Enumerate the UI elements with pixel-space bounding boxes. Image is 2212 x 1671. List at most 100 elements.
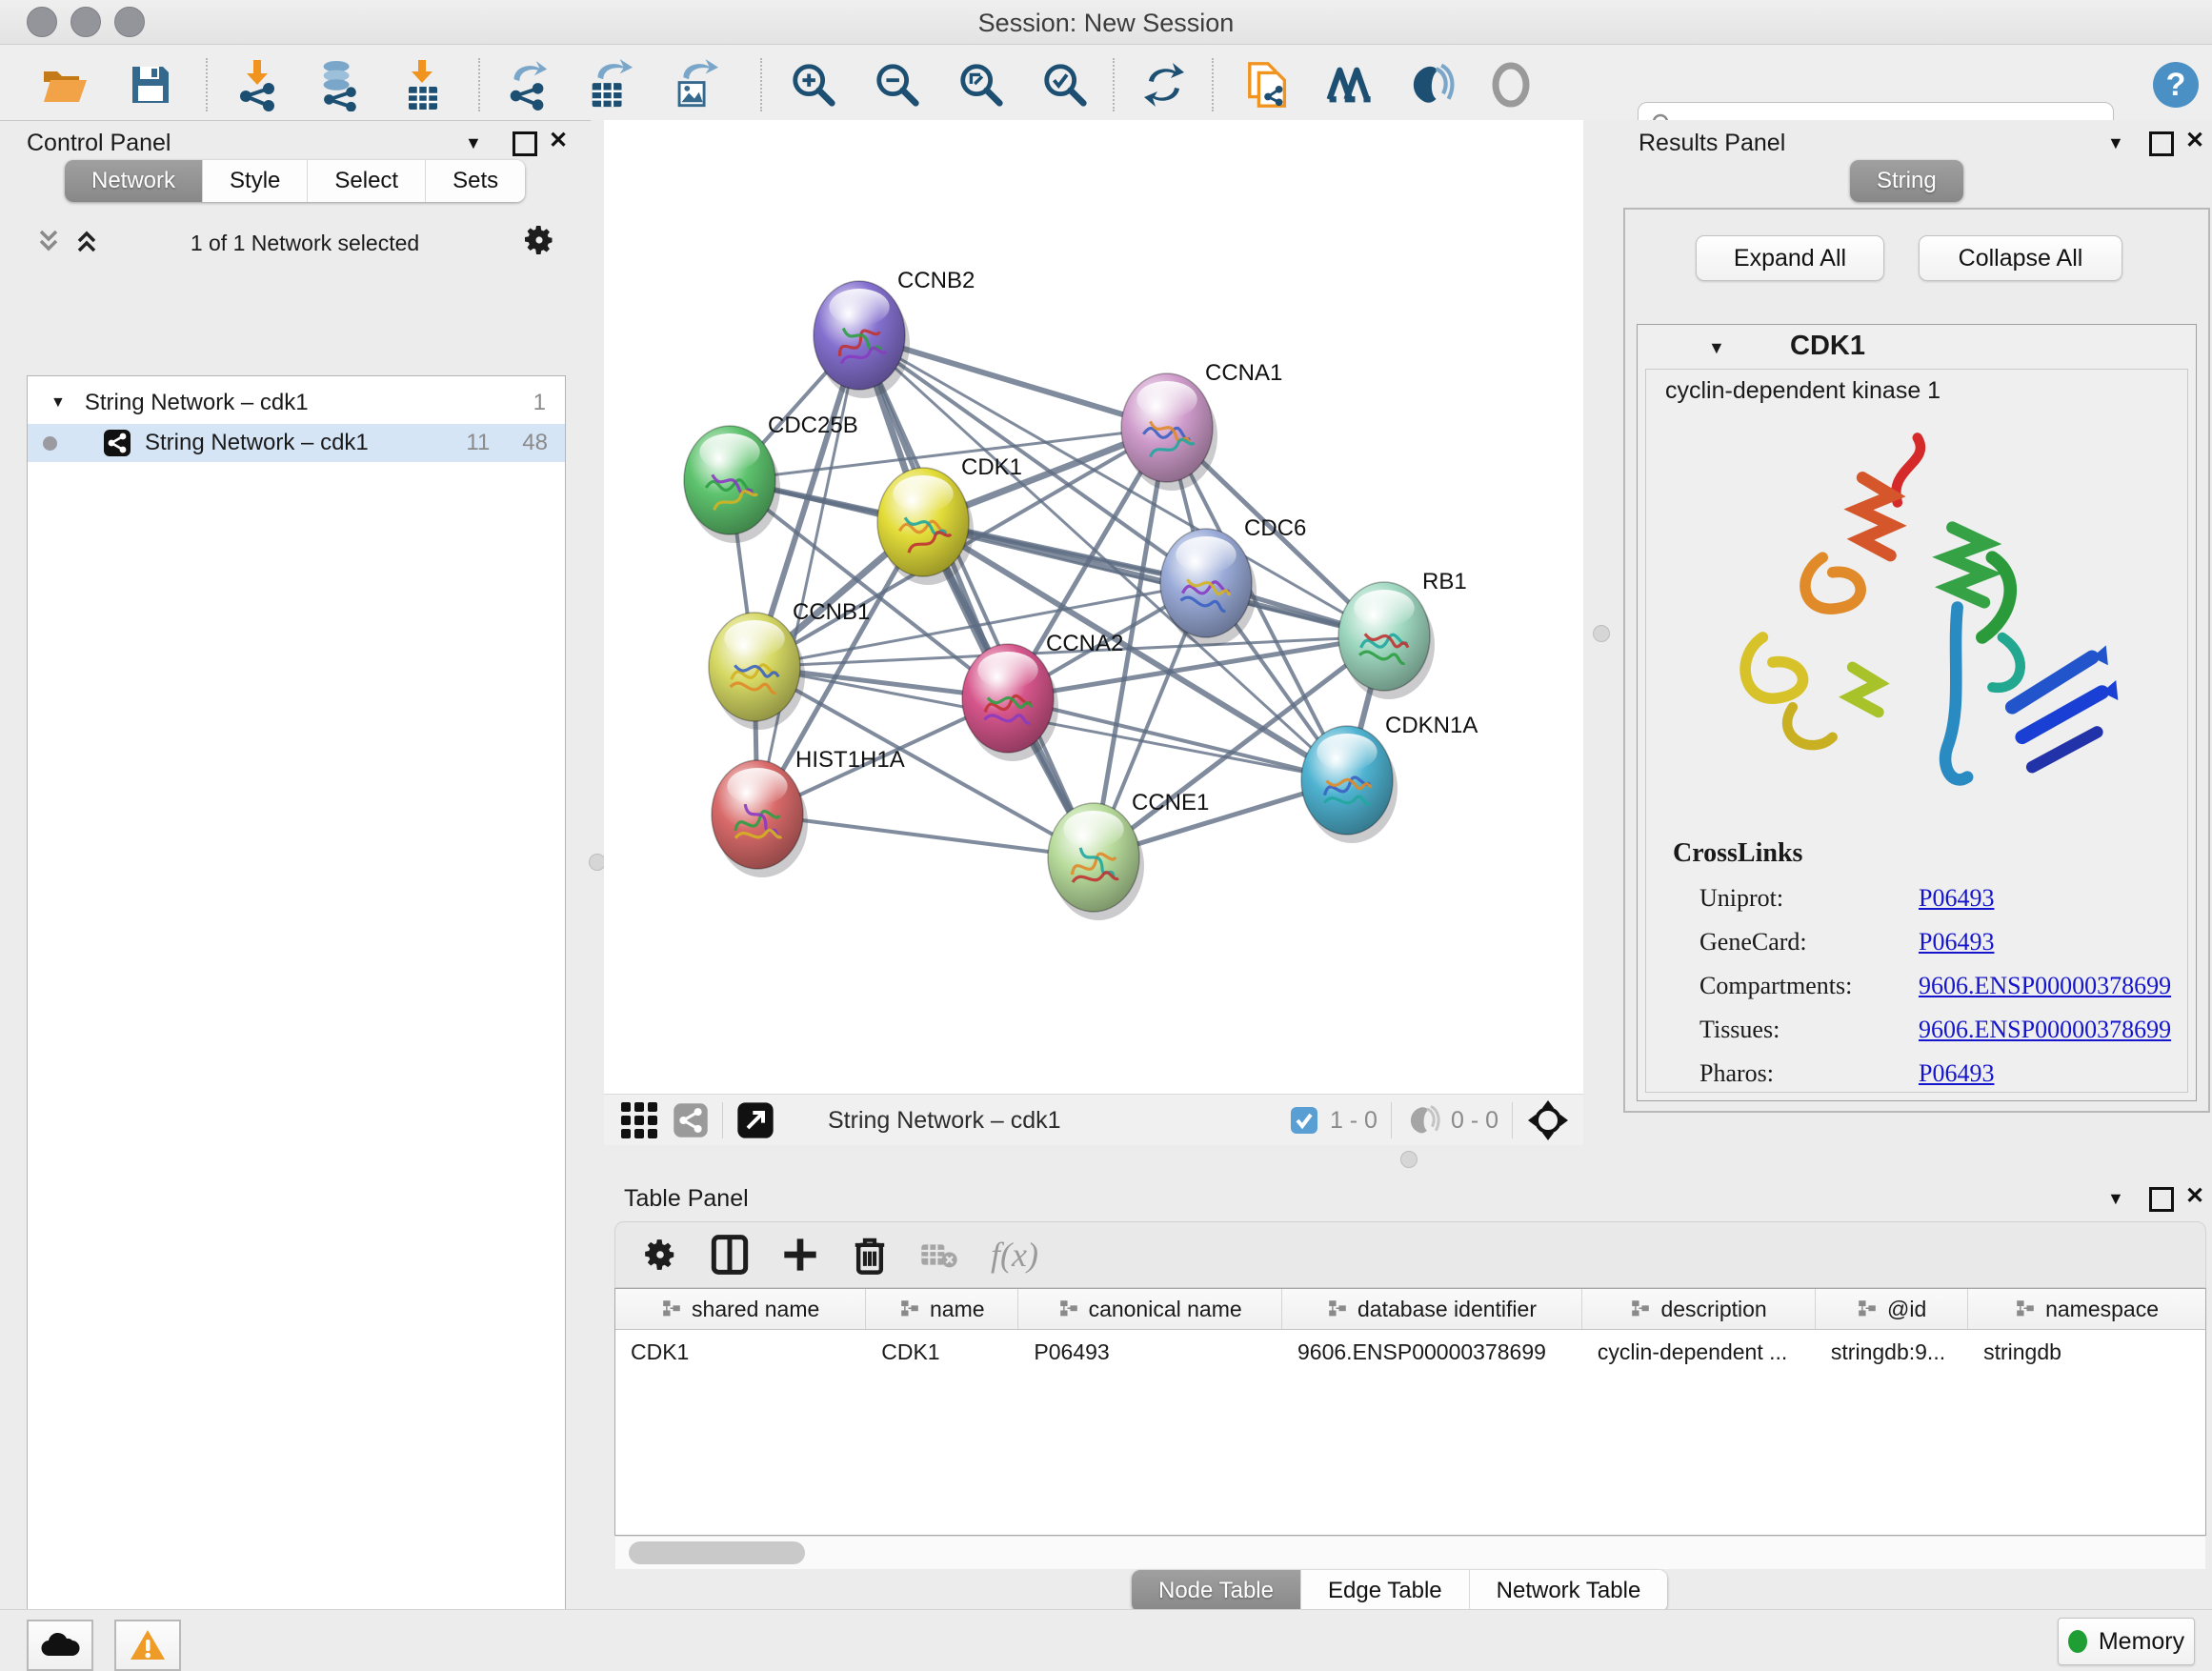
warnings-button[interactable] <box>114 1620 181 1671</box>
column-header[interactable]: name <box>866 1289 1018 1329</box>
network-graph[interactable]: CCNB2CCNA1CDC25BCDK1CDC6RB1CCNB1CCNA2CDK… <box>604 120 1583 1094</box>
function-builder-button[interactable]: f(x) <box>991 1235 1038 1275</box>
right-splitter-knob[interactable] <box>1593 625 1610 642</box>
table-cell[interactable]: cyclin-dependent ... <box>1582 1339 1816 1365</box>
table-horizontal-scrollbar[interactable] <box>615 1536 2205 1569</box>
table-cell[interactable]: CDK1 <box>866 1339 1018 1365</box>
help-button[interactable]: ? <box>2151 60 2201 110</box>
zoom-in-button[interactable] <box>789 60 838 110</box>
import-table-from-file-button[interactable] <box>398 60 448 110</box>
network-edge[interactable] <box>757 335 859 815</box>
network-edge[interactable] <box>923 522 1384 636</box>
zoom-selected-button[interactable] <box>1040 60 1090 110</box>
maximize-panel-button[interactable] <box>2149 131 2174 156</box>
crosslink-pharos-link[interactable]: P06493 <box>1919 1059 1994 1088</box>
crosslink-genecard-link[interactable]: P06493 <box>1919 928 1994 956</box>
network-panel-options-button[interactable] <box>522 223 556 262</box>
tab-select[interactable]: Select <box>308 160 426 202</box>
delete-column-button[interactable] <box>852 1234 888 1276</box>
tab-network-table[interactable]: Network Table <box>1470 1570 1668 1612</box>
collection-expander-icon[interactable]: ▼ <box>50 394 66 412</box>
section-expander-icon[interactable]: ▼ <box>1708 338 1725 358</box>
maximize-panel-button[interactable] <box>513 131 537 156</box>
right-splitter[interactable] <box>1583 120 1619 1145</box>
export-network-button[interactable] <box>503 60 553 110</box>
network-node-CCNA1[interactable]: CCNA1 <box>1121 360 1282 491</box>
table-cell[interactable]: P06493 <box>1018 1339 1282 1365</box>
column-header[interactable]: shared name <box>615 1289 866 1329</box>
tab-edge-table[interactable]: Edge Table <box>1301 1570 1470 1612</box>
left-splitter[interactable] <box>591 120 604 1580</box>
network-node-CCNB1[interactable]: CCNB1 <box>709 599 870 730</box>
network-node-CDKN1A[interactable]: CDKN1A <box>1301 713 1478 843</box>
crosslink-compartments-link[interactable]: 9606.ENSP00000378699 <box>1919 972 2171 1000</box>
table-row[interactable]: CDK1 CDK1 P06493 9606.ENSP00000378699 cy… <box>615 1330 2205 1374</box>
float-panel-button[interactable]: ▼ <box>2107 131 2124 154</box>
network-node-CCNE1[interactable]: CCNE1 <box>1048 790 1209 920</box>
fit-content-crosshair-button[interactable] <box>1526 1098 1570 1142</box>
table-options-gear-button[interactable] <box>642 1237 678 1273</box>
network-view-list-button[interactable] <box>673 1102 709 1138</box>
float-panel-button[interactable]: ▼ <box>465 131 482 154</box>
column-header[interactable]: canonical name <box>1018 1289 1282 1329</box>
collapse-all-button[interactable]: Collapse All <box>1919 235 2122 281</box>
horizontal-splitter[interactable] <box>591 1145 2212 1174</box>
new-network-from-selection-button[interactable] <box>1244 60 1294 110</box>
import-network-from-file-button[interactable] <box>232 60 282 110</box>
memory-button[interactable]: Memory <box>2058 1618 2195 1665</box>
zoom-fit-button[interactable] <box>956 60 1006 110</box>
network-row[interactable]: String Network – cdk1 11 48 <box>28 424 565 462</box>
column-header[interactable]: @id <box>1816 1289 1968 1329</box>
zoom-out-button[interactable] <box>873 60 922 110</box>
birds-eye-view-button[interactable] <box>736 1101 774 1139</box>
expand-all-networks-button[interactable] <box>72 227 101 260</box>
open-file-button[interactable] <box>40 60 90 110</box>
table-cell[interactable]: stringdb <box>1968 1339 2205 1365</box>
apply-layout-button[interactable] <box>1139 60 1189 110</box>
expand-all-button[interactable]: Expand All <box>1696 235 1884 281</box>
scrollbar-thumb[interactable] <box>629 1541 805 1564</box>
tab-network[interactable]: Network <box>65 160 203 202</box>
column-header[interactable]: description <box>1582 1289 1816 1329</box>
network-node-CCNA2[interactable]: CCNA2 <box>962 631 1123 761</box>
tab-style[interactable]: Style <box>203 160 308 202</box>
first-neighbors-button[interactable] <box>1326 60 1376 110</box>
network-node-CDC25B[interactable]: CDC25B <box>684 413 858 543</box>
import-network-from-database-button[interactable] <box>314 60 364 110</box>
network-node-CCNB2[interactable]: CCNB2 <box>814 268 975 398</box>
export-table-button[interactable] <box>585 60 634 110</box>
network-canvas[interactable]: CCNB2CCNA1CDC25BCDK1CDC6RB1CCNB1CCNA2CDK… <box>604 120 1583 1094</box>
network-node-CDK1[interactable]: CDK1 <box>877 454 1022 585</box>
close-panel-button[interactable]: ✕ <box>2185 130 2204 152</box>
tab-sets[interactable]: Sets <box>426 160 525 202</box>
network-node-HIST1H1A[interactable]: HIST1H1A <box>712 747 905 877</box>
table-cell[interactable]: 9606.ENSP00000378699 <box>1282 1339 1582 1365</box>
crosslink-tissues-link[interactable]: 9606.ENSP00000378699 <box>1919 1016 2171 1044</box>
delete-table-button[interactable] <box>920 1239 958 1270</box>
network-node-RB1[interactable]: RB1 <box>1338 569 1467 699</box>
hide-selected-button[interactable] <box>1406 60 1456 110</box>
tab-string[interactable]: String <box>1850 160 1963 202</box>
horizontal-splitter-knob[interactable] <box>1400 1151 1418 1168</box>
table-cell[interactable]: CDK1 <box>615 1339 866 1365</box>
maximize-panel-button[interactable] <box>2149 1187 2174 1212</box>
table-cell[interactable]: stringdb:9... <box>1816 1339 1968 1365</box>
network-collection-row[interactable]: ▼ String Network – cdk1 1 <box>28 384 565 422</box>
collapse-all-networks-button[interactable] <box>34 227 63 260</box>
export-image-button[interactable] <box>669 60 718 110</box>
grid-view-button[interactable] <box>621 1102 657 1138</box>
network-edge[interactable] <box>859 335 1094 857</box>
close-panel-button[interactable]: ✕ <box>549 130 568 152</box>
tab-node-table[interactable]: Node Table <box>1132 1570 1301 1612</box>
create-column-button[interactable] <box>781 1236 819 1274</box>
crosslink-uniprot-link[interactable]: P06493 <box>1919 884 1994 913</box>
float-panel-button[interactable]: ▼ <box>2107 1187 2124 1210</box>
save-session-button[interactable] <box>126 60 175 110</box>
cloud-status-button[interactable] <box>27 1620 93 1671</box>
show-columns-button[interactable] <box>711 1234 749 1276</box>
column-header[interactable]: namespace <box>1968 1289 2205 1329</box>
column-header[interactable]: database identifier <box>1282 1289 1582 1329</box>
close-panel-button[interactable]: ✕ <box>2185 1185 2204 1208</box>
selected-checkbox-icon[interactable] <box>1290 1106 1318 1135</box>
show-all-button[interactable] <box>1486 60 1536 110</box>
